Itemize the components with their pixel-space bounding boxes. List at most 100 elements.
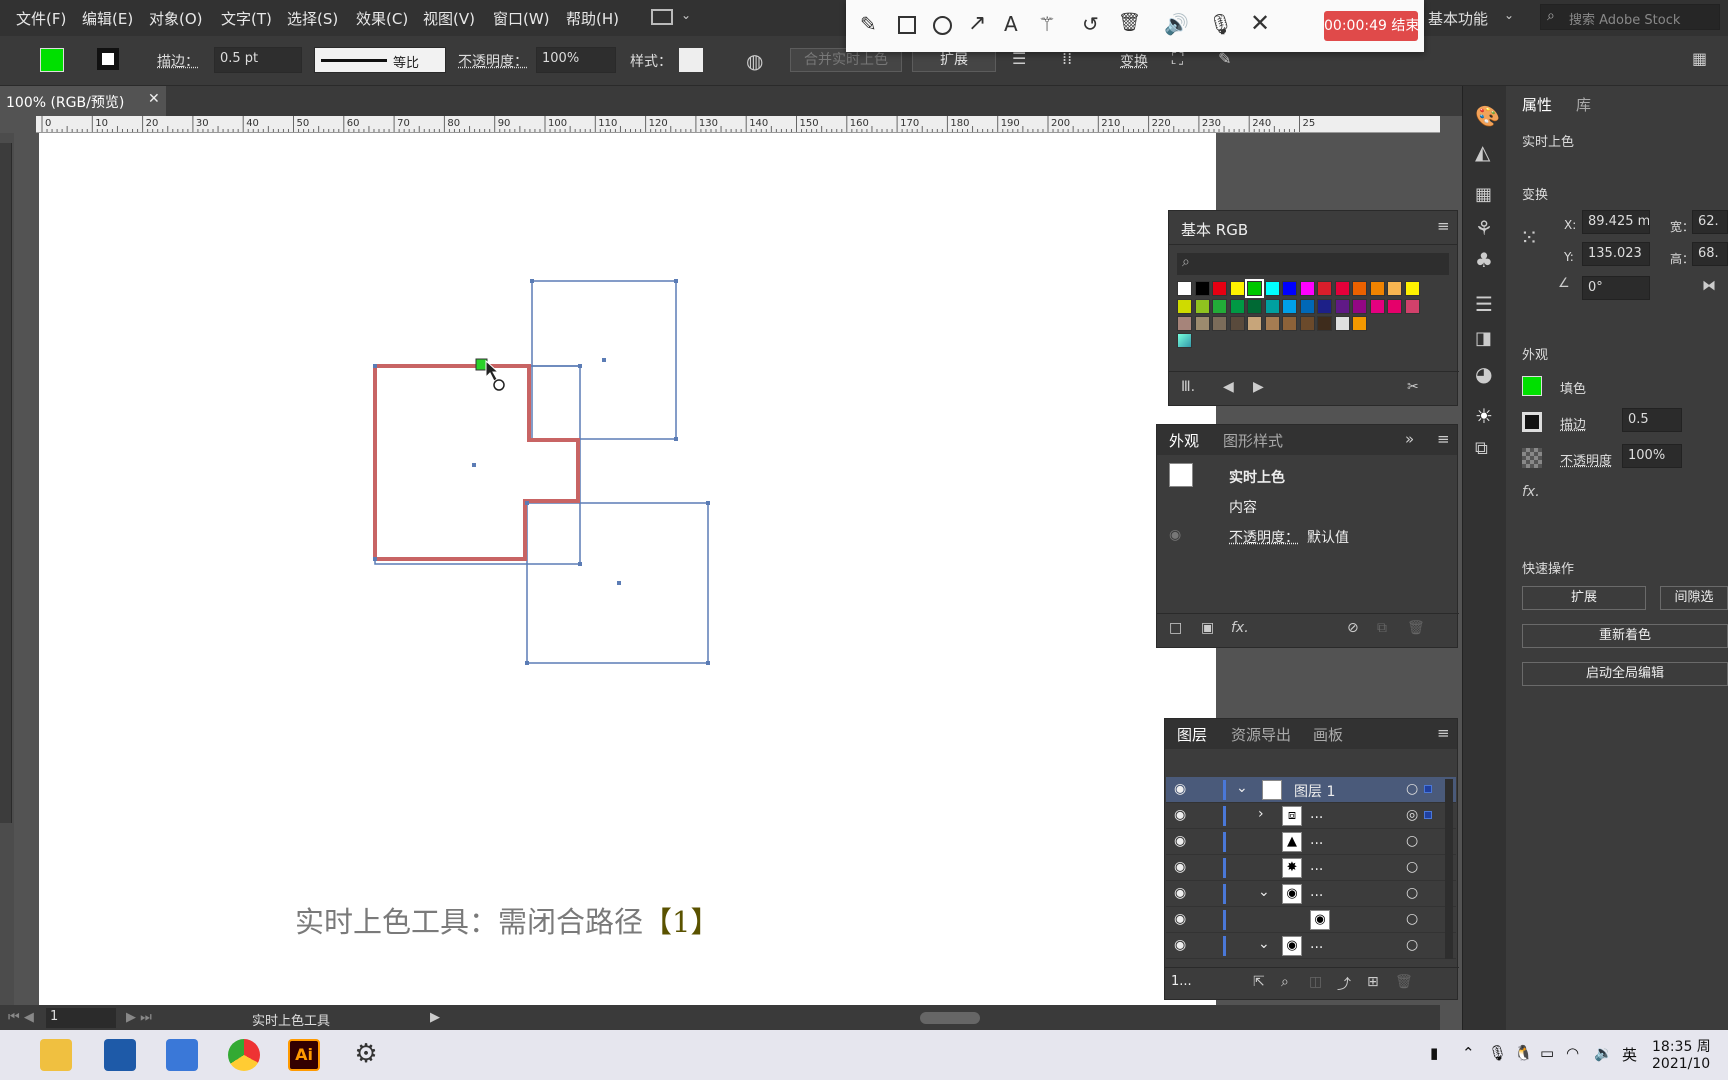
color-swatch[interactable]: [1352, 281, 1367, 296]
ellipse-icon[interactable]: [933, 16, 952, 35]
add-stroke-icon[interactable]: □: [1169, 620, 1182, 636]
tools-panel[interactable]: [0, 143, 12, 823]
color-swatch[interactable]: [1282, 316, 1297, 331]
export-icon[interactable]: ⇱: [1253, 974, 1265, 990]
color-swatch[interactable]: [1212, 316, 1227, 331]
color-swatch[interactable]: [1264, 316, 1280, 331]
stroke-panel-icon[interactable]: ☰: [1475, 292, 1493, 316]
target-icon[interactable]: ◎: [1406, 807, 1418, 823]
color-swatch[interactable]: [1177, 298, 1192, 314]
visibility-eye-icon[interactable]: ◉: [1174, 807, 1186, 823]
color-swatch[interactable]: [1282, 281, 1297, 296]
chevron-icon[interactable]: ⌄: [1258, 884, 1270, 900]
locate-object-icon[interactable]: ⌕: [1281, 974, 1289, 990]
selection-indicator[interactable]: [1424, 811, 1432, 819]
color-swatch[interactable]: [1229, 316, 1245, 331]
clock-date[interactable]: 2021/10: [1652, 1056, 1710, 1072]
panel-menu-icon[interactable]: ≡: [1437, 217, 1450, 235]
tab-properties[interactable]: 属性: [1522, 94, 1552, 115]
stroke-label[interactable]: 描边：: [157, 51, 199, 71]
symbols-icon[interactable]: ♣: [1475, 248, 1493, 272]
tab-libraries[interactable]: 库: [1576, 94, 1591, 115]
menu-select[interactable]: 选择(S): [287, 8, 338, 29]
color-swatch[interactable]: [1194, 316, 1210, 331]
layer-name[interactable]: 图层 1: [1294, 781, 1335, 801]
square-left[interactable]: [374, 365, 581, 565]
target-icon[interactable]: ○: [1406, 833, 1418, 849]
close-tab-icon[interactable]: ✕: [148, 91, 160, 107]
workspace-layout-icon[interactable]: [651, 9, 673, 25]
menu-window[interactable]: 窗口(W): [493, 8, 550, 29]
new-sublayer-icon[interactable]: ⤴: [1337, 974, 1351, 994]
opacity-label[interactable]: 不透明度: [1560, 450, 1612, 469]
panel-menu-icon[interactable]: ≡: [1437, 724, 1450, 742]
color-swatch[interactable]: [1317, 281, 1332, 296]
color-swatch[interactable]: [1352, 298, 1367, 314]
brushes-icon[interactable]: ⚘: [1475, 216, 1493, 240]
menu-effect[interactable]: 效果(C): [356, 8, 408, 29]
swatches-panel-title[interactable]: 基本 RGB: [1181, 219, 1248, 240]
recolor-icon[interactable]: ◍: [746, 49, 763, 73]
target-icon[interactable]: ○: [1406, 885, 1418, 901]
sublayer-row[interactable]: ◉ ⌄ ◉... ○: [1166, 881, 1456, 907]
volume-icon[interactable]: 🔉: [1594, 1044, 1613, 1062]
color-swatch[interactable]: [1194, 281, 1210, 296]
previous-icon[interactable]: ◀: [1223, 379, 1234, 395]
microphone-tray-icon[interactable]: 🎙: [1488, 1044, 1507, 1062]
horizontal-scrollbar-thumb[interactable]: [920, 1012, 980, 1024]
undo-icon[interactable]: ↺: [1082, 12, 1099, 36]
sublayer-row[interactable]: ◉ ◉ ○: [1166, 907, 1456, 933]
next-icon[interactable]: ▶: [1253, 379, 1264, 395]
y-field[interactable]: 135.023: [1582, 242, 1650, 266]
file-explorer-icon[interactable]: [40, 1039, 72, 1071]
sublayer-row[interactable]: ◉ ▲... ○: [1166, 829, 1456, 855]
arrow-icon[interactable]: ↗: [968, 11, 986, 36]
swatch-library-icon[interactable]: Ⅲ.: [1181, 379, 1195, 395]
sublayer-row[interactable]: ◉ › ⧈... ◎: [1166, 803, 1456, 829]
x-field[interactable]: 89.425 m: [1582, 210, 1650, 234]
graphic-styles-icon[interactable]: ⧉: [1475, 438, 1488, 459]
color-swatch[interactable]: [1177, 281, 1192, 296]
panel-grid-icon[interactable]: ▦: [1692, 49, 1707, 68]
magic-wand-icon[interactable]: ⚚: [1038, 12, 1056, 36]
width-field[interactable]: 62.: [1692, 210, 1728, 234]
color-swatch[interactable]: [1334, 316, 1350, 331]
swatch-search-input[interactable]: ⌕: [1177, 253, 1449, 275]
sublayer-name[interactable]: ...: [1310, 858, 1323, 874]
reference-point-icon[interactable]: ⁙: [1520, 226, 1538, 251]
microphone-icon[interactable]: 🎙: [1208, 12, 1233, 36]
color-swatch[interactable]: [1247, 298, 1262, 314]
sublayer-name[interactable]: ...: [1310, 936, 1323, 952]
flip-icon[interactable]: ⧓: [1702, 278, 1716, 294]
color-swatch[interactable]: [1212, 281, 1227, 296]
target-icon[interactable]: ○: [1406, 859, 1418, 875]
isolate-icon[interactable]: ⛶: [1172, 49, 1183, 69]
sublayer-row[interactable]: ◉ ⌄ ◉... ○: [1166, 933, 1456, 959]
chevron-icon[interactable]: ⌄: [1258, 936, 1270, 952]
settings-gear-icon[interactable]: ⚙: [350, 1039, 382, 1071]
fx-icon[interactable]: fx.: [1231, 620, 1249, 636]
appearance-content[interactable]: 内容: [1229, 497, 1257, 517]
delete-layer-icon[interactable]: 🗑: [1395, 974, 1413, 990]
fill-swatch[interactable]: [1522, 376, 1542, 396]
fx-icon[interactable]: fx.: [1522, 484, 1540, 500]
swatches-icon[interactable]: ▦: [1475, 184, 1492, 205]
rectangle-icon[interactable]: [898, 16, 916, 34]
sublayer-name[interactable]: ...: [1310, 884, 1323, 900]
menu-file[interactable]: 文件(F): [16, 8, 66, 29]
color-swatch[interactable]: [1352, 316, 1367, 331]
target-icon[interactable]: ○: [1406, 911, 1418, 927]
stroke-label[interactable]: 描边: [1560, 414, 1586, 433]
color-swatch[interactable]: [1404, 298, 1420, 314]
color-swatch[interactable]: [1334, 298, 1350, 314]
transform-link[interactable]: 变换: [1120, 51, 1148, 71]
color-swatch[interactable]: [1387, 281, 1402, 296]
sublayer-name[interactable]: ...: [1310, 832, 1323, 848]
ime-indicator[interactable]: 英: [1622, 1044, 1637, 1065]
swatch-grid[interactable]: [1177, 279, 1441, 351]
add-fill-icon[interactable]: ▣: [1201, 620, 1214, 636]
color-guide-icon[interactable]: ◭: [1475, 140, 1490, 164]
tab-artboards[interactable]: 画板: [1313, 724, 1343, 745]
clipping-mask-icon[interactable]: ◫: [1309, 974, 1322, 990]
opacity-field[interactable]: 100%: [536, 47, 616, 73]
